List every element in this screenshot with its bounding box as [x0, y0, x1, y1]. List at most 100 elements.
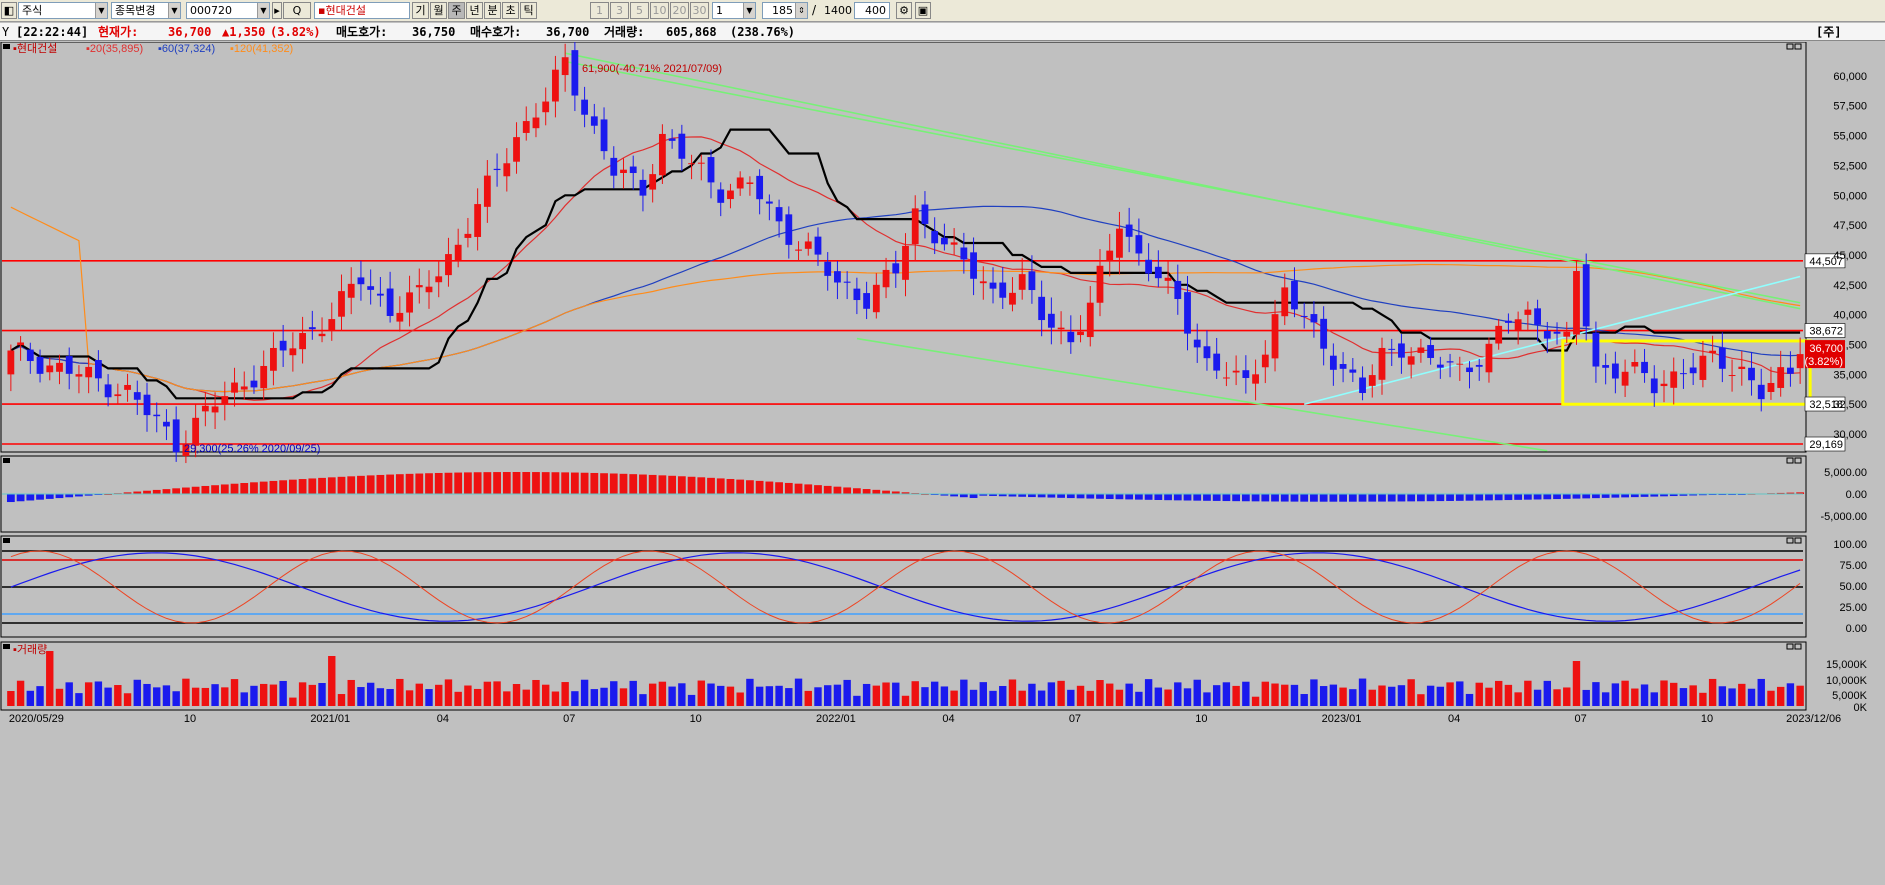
macd-bar: [619, 473, 628, 494]
volume-bar: [989, 690, 997, 706]
mode-select[interactable]: 종목변경 ▼: [111, 2, 181, 19]
next-arrow-icon[interactable]: ▸: [272, 2, 282, 19]
stock-chart[interactable]: 44,50738,67232,51829,16960,00057,50055,0…: [0, 42, 1885, 885]
volume-bar: [862, 683, 871, 706]
interval-button[interactable]: 20: [670, 2, 689, 19]
volume-bar: [172, 691, 180, 706]
candle-body: [299, 333, 306, 350]
macd-bar: [697, 477, 706, 494]
candle-body: [367, 286, 375, 290]
macd-bar: [1582, 494, 1591, 499]
volume-bar: [882, 682, 890, 706]
macd-bar: [172, 488, 181, 494]
macd-bar: [969, 494, 978, 499]
candle-body: [814, 236, 822, 255]
candle-body: [376, 293, 384, 296]
volume-bar: [114, 685, 122, 706]
candle-body: [1621, 371, 1629, 386]
volume-bar: [1621, 680, 1629, 706]
market-select[interactable]: 주식 ▼: [18, 2, 108, 19]
volume-bar: [1582, 689, 1590, 706]
view-count-input[interactable]: 400: [854, 2, 890, 19]
volume-bar: [1339, 687, 1347, 706]
macd-bar: [794, 483, 803, 494]
macd-bar: [376, 474, 385, 494]
date-axis-tick: 10: [1701, 713, 1713, 725]
candle-body: [1777, 367, 1785, 388]
candle-body: [940, 237, 948, 245]
macd-axis-tick: 5,000.00: [1824, 467, 1867, 479]
macd-bar: [658, 475, 667, 494]
y-marker: Y: [2, 25, 10, 39]
volume-bar: [1524, 680, 1532, 706]
volume-bar: [1329, 684, 1338, 706]
volume-bar: [289, 697, 297, 706]
volume-bar: [1767, 690, 1775, 706]
count-stepper[interactable]: 185 ⇕: [762, 2, 808, 19]
candle-body: [1611, 363, 1619, 379]
candle-body: [406, 292, 413, 313]
stock-name-field[interactable]: ▪현대건설: [314, 2, 410, 19]
code-input[interactable]: 000720 ▼: [186, 2, 270, 19]
interval-button[interactable]: 1: [590, 2, 609, 19]
candle-body: [513, 137, 520, 162]
volume-bar: [230, 679, 239, 706]
volume-bar: [444, 679, 453, 706]
period-tab[interactable]: 틱: [520, 2, 537, 19]
market-value: 주식: [22, 4, 43, 17]
macd-bar: [862, 489, 871, 494]
candle-body: [1193, 339, 1201, 348]
volume-bar: [1310, 679, 1318, 706]
volume-bar: [911, 681, 919, 706]
interval-button[interactable]: 3: [610, 2, 629, 19]
candle-body: [736, 177, 744, 189]
settings-icon[interactable]: ⚙: [896, 2, 912, 19]
count-value: 185: [772, 4, 793, 17]
interval-button[interactable]: 5: [630, 2, 649, 19]
volume-bar: [872, 685, 881, 706]
candle-body: [75, 374, 83, 377]
volume-bar: [1572, 661, 1581, 706]
save-icon[interactable]: ▣: [915, 2, 931, 19]
volume-bar: [1222, 682, 1231, 706]
candle-body: [1145, 259, 1153, 274]
volume-bar: [1203, 692, 1211, 706]
volume-bar: [1028, 683, 1036, 706]
candle-body: [1203, 346, 1211, 359]
macd-bar: [648, 474, 657, 494]
candle-body: [1096, 265, 1104, 303]
candle-body: [65, 356, 73, 374]
interval-button[interactable]: 10: [650, 2, 669, 19]
candle-body: [1281, 287, 1289, 317]
macd-bar: [1290, 494, 1299, 502]
volume-bar: [483, 681, 492, 706]
candle-body: [1534, 308, 1541, 325]
candle-body: [697, 162, 705, 164]
period-tab[interactable]: 분: [484, 2, 501, 19]
date-axis-tick: 07: [1574, 713, 1586, 725]
period-tab[interactable]: 월: [430, 2, 447, 19]
quote-bar: Y [22:22:44] 현재가: 36,700 ▲1,350 (3.82%) …: [0, 23, 1885, 41]
search-button[interactable]: Q: [283, 2, 311, 19]
candle-body: [94, 360, 102, 379]
volume-bar: [133, 679, 141, 706]
volume-bar: [366, 682, 375, 706]
period-tab[interactable]: 기: [412, 2, 429, 19]
volume-bar: [328, 656, 336, 706]
interval-button[interactable]: 30: [690, 2, 709, 19]
candle-body: [1135, 235, 1143, 254]
candle-body: [240, 386, 248, 390]
period-tab[interactable]: 초: [502, 2, 519, 19]
volume-bar: [1426, 685, 1435, 706]
candle-body: [1543, 331, 1551, 339]
period-tab[interactable]: 년: [466, 2, 483, 19]
menu-icon[interactable]: ◧: [1, 2, 17, 19]
period-tab[interactable]: 주: [448, 2, 465, 19]
macd-bar: [522, 472, 531, 494]
macd-bar: [677, 476, 686, 494]
candle-body: [1757, 384, 1765, 400]
macd-bar: [882, 490, 890, 494]
volume-bar: [765, 686, 774, 706]
interval-select[interactable]: 1 ▼: [712, 2, 756, 19]
volume-bar: [1271, 683, 1279, 706]
